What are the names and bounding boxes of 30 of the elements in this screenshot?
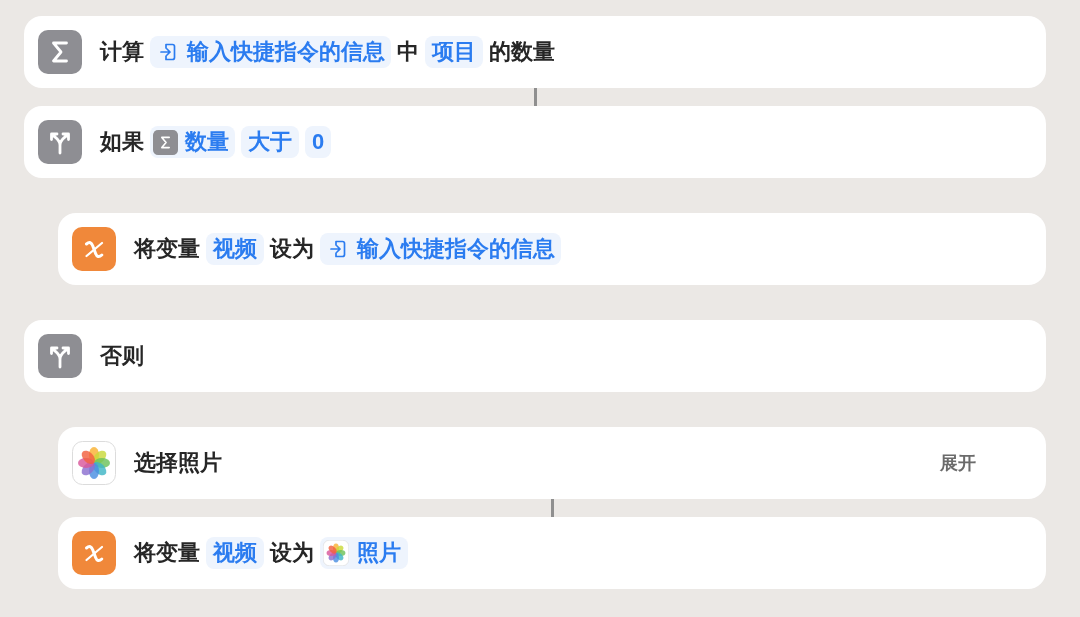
action-text: 计算: [100, 41, 144, 63]
expand-button[interactable]: 展开: [940, 454, 976, 472]
action-text: 设为: [270, 238, 314, 260]
parameter-token[interactable]: 输入快捷指令的信息: [320, 233, 561, 265]
parameter-token[interactable]: 照片: [320, 537, 408, 569]
action-text: 选择照片: [134, 452, 222, 474]
parameter-token[interactable]: 大于: [241, 126, 299, 158]
parameter-token[interactable]: 视频: [206, 537, 264, 569]
italic-x-icon: [72, 227, 116, 271]
action-text: 否则: [100, 345, 144, 367]
italic-x-icon: [72, 531, 116, 575]
flower-icon: [323, 540, 349, 566]
action-text: 的数量: [489, 41, 555, 63]
action-text: 将变量: [134, 542, 200, 564]
branch-icon: [38, 334, 82, 378]
flower-icon: [72, 441, 116, 485]
action-text: 中: [397, 41, 419, 63]
parameter-token[interactable]: 输入快捷指令的信息: [150, 36, 391, 68]
branch-icon: [38, 120, 82, 164]
action-text: 将变量: [134, 238, 200, 260]
enter-arrow-icon: [330, 240, 346, 258]
parameter-token[interactable]: 视频: [206, 233, 264, 265]
sigma-icon: [38, 30, 82, 74]
enter-arrow-icon: [160, 43, 176, 61]
action-text: 设为: [270, 542, 314, 564]
parameter-token[interactable]: 数量: [150, 126, 235, 158]
parameter-token[interactable]: 0: [305, 126, 332, 158]
action-text: 如果: [100, 131, 144, 153]
sigma-icon: [153, 129, 178, 155]
parameter-token[interactable]: 项目: [425, 36, 483, 68]
